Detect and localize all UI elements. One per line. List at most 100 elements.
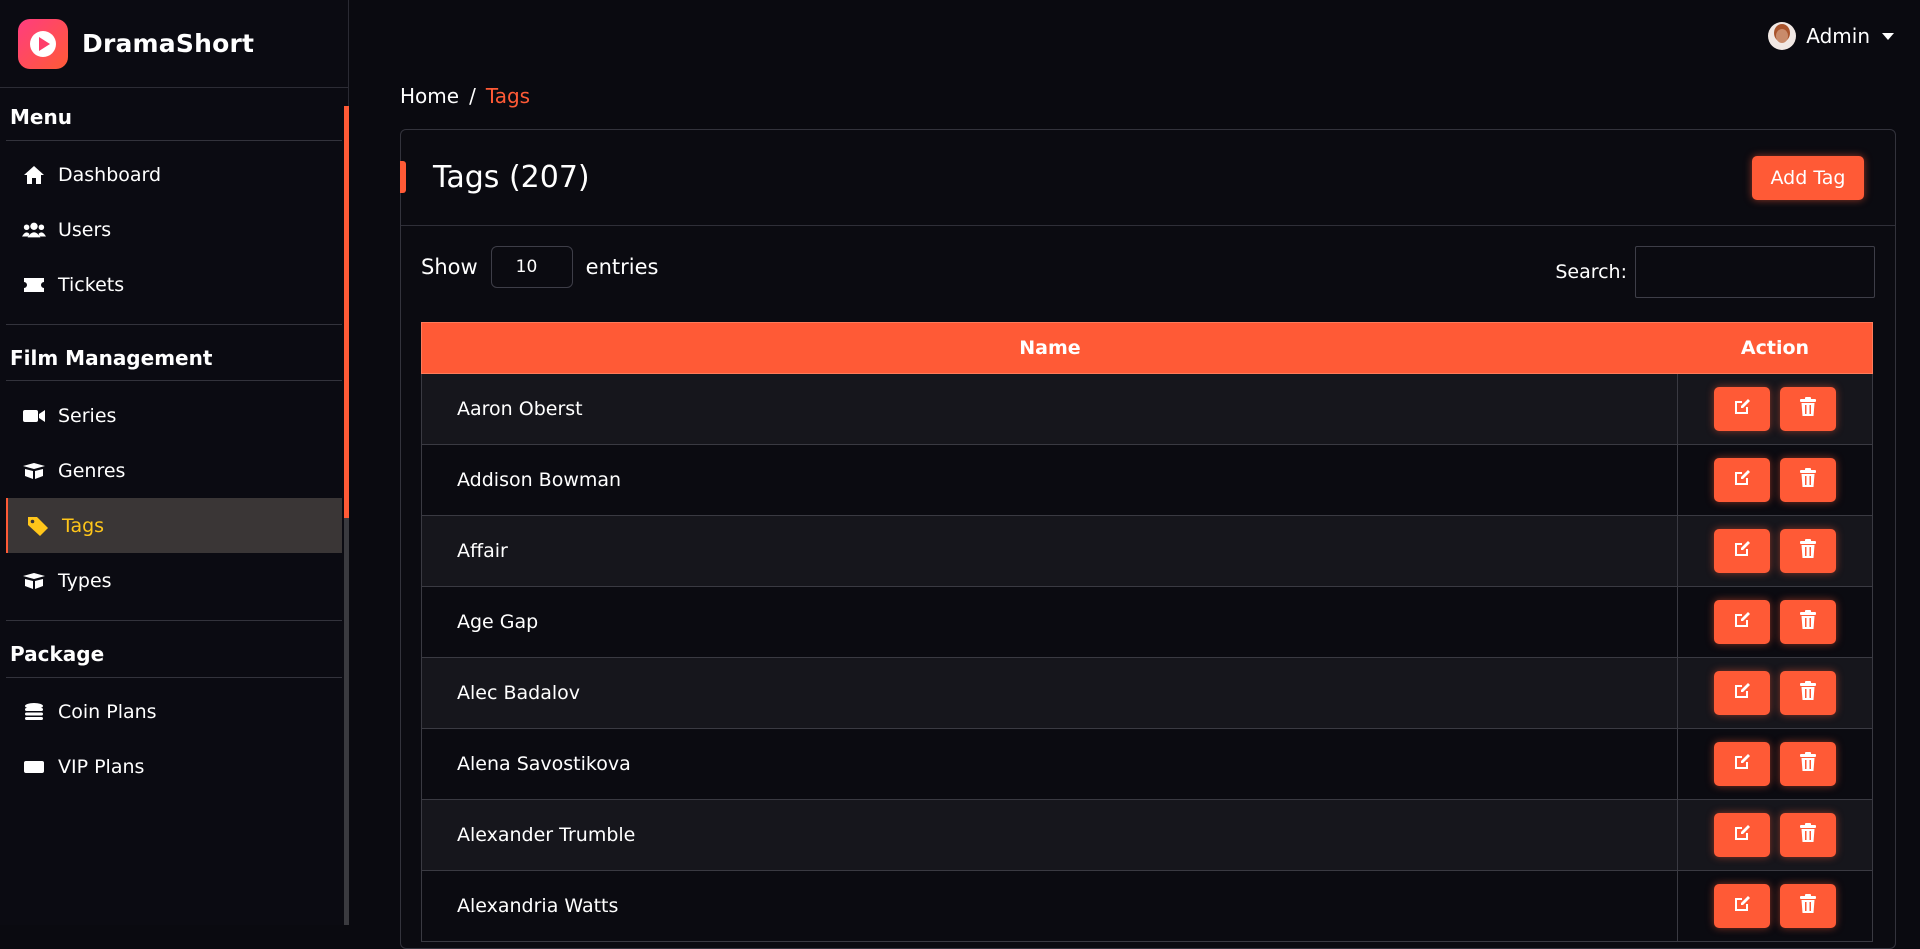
edit-icon [1732, 468, 1752, 492]
logo-icon [18, 18, 68, 69]
trash-icon [1799, 894, 1817, 918]
search-input[interactable] [1635, 246, 1875, 298]
table-row: Aaron Oberst [421, 374, 1873, 445]
ticket-icon [22, 277, 46, 293]
edit-button[interactable] [1714, 529, 1770, 573]
vip-icon [22, 758, 46, 776]
sidebar-item-dashboard[interactable]: Dashboard [0, 147, 342, 202]
breadcrumb: Home / Tags [400, 84, 530, 108]
video-icon [22, 408, 46, 424]
sidebar-item-vip-plans[interactable]: VIP Plans [0, 739, 342, 794]
table-row: Alexander Trumble [421, 800, 1873, 871]
accent-bar [400, 161, 406, 193]
tag-name-cell: Addison Bowman [422, 445, 1678, 515]
coins-icon [22, 702, 46, 722]
tag-name-cell: Alec Badalov [422, 658, 1678, 728]
tag-name-cell: Alexander Trumble [422, 800, 1678, 870]
trash-icon [1799, 397, 1817, 421]
sidebar-item-label: Types [58, 569, 112, 592]
edit-icon [1732, 610, 1752, 634]
sidebar-item-label: Users [58, 218, 112, 241]
tag-name-cell: Affair [422, 516, 1678, 586]
delete-button[interactable] [1780, 458, 1836, 502]
column-header-name[interactable]: Name [422, 323, 1678, 373]
edit-button[interactable] [1714, 813, 1770, 857]
trash-icon [1799, 539, 1817, 563]
sidebar-item-label: Coin Plans [58, 700, 157, 723]
user-menu[interactable]: Admin [1768, 22, 1894, 50]
search-label: Search: [1555, 261, 1627, 283]
sidebar-item-types[interactable]: Types [0, 553, 342, 608]
table-row: Alexandria Watts [421, 871, 1873, 942]
sidebar-item-users[interactable]: Users [0, 202, 342, 257]
edit-icon [1732, 894, 1752, 918]
sidebar-item-label: VIP Plans [58, 755, 145, 778]
edit-button[interactable] [1714, 742, 1770, 786]
sidebar-item-tags[interactable]: Tags [6, 498, 342, 553]
breadcrumb-current: Tags [485, 84, 531, 108]
user-name: Admin [1806, 24, 1870, 48]
edit-icon [1732, 397, 1752, 421]
sidebar-item-label: Genres [58, 459, 126, 482]
users-icon [22, 221, 46, 239]
tag-name-cell: Alexandria Watts [422, 871, 1678, 941]
sidebar-item-tickets[interactable]: Tickets [0, 257, 342, 312]
edit-button[interactable] [1714, 387, 1770, 431]
action-cell [1678, 516, 1872, 586]
delete-button[interactable] [1780, 742, 1836, 786]
delete-button[interactable] [1780, 529, 1836, 573]
entries-select[interactable]: 10 [490, 246, 573, 288]
column-header-action: Action [1740, 337, 1810, 359]
delete-button[interactable] [1780, 813, 1836, 857]
action-cell [1678, 658, 1872, 728]
delete-button[interactable] [1780, 671, 1836, 715]
box-icon [22, 572, 46, 590]
section-title-film-management: Film Management [10, 346, 213, 370]
edit-button[interactable] [1714, 884, 1770, 928]
add-tag-button[interactable]: Add Tag [1752, 156, 1864, 200]
sidebar-item-series[interactable]: Series [0, 388, 342, 443]
tags-table: Name Action Aaron Oberst Addison Bowman Af… [421, 322, 1873, 942]
edit-icon [1732, 681, 1752, 705]
main-content: Admin Home / Tags Tags (207) Add Tag Sho… [349, 0, 1920, 949]
delete-button[interactable] [1780, 884, 1836, 928]
sidebar-item-label: Dashboard [58, 163, 162, 186]
action-cell [1678, 871, 1872, 941]
entries-label: entries [585, 255, 659, 279]
sidebar-item-coin-plans[interactable]: Coin Plans [0, 684, 342, 739]
home-icon [22, 165, 46, 185]
table-row: Age Gap [421, 587, 1873, 658]
action-cell [1678, 587, 1872, 657]
delete-button[interactable] [1780, 387, 1836, 431]
edit-icon [1732, 539, 1752, 563]
breadcrumb-home[interactable]: Home [400, 84, 459, 108]
table-row: Addison Bowman [421, 445, 1873, 516]
trash-icon [1799, 681, 1817, 705]
sidebar-item-label: Tags [62, 514, 105, 537]
sidebar: DramaShort Menu Dashboard Users Tickets … [0, 0, 349, 925]
tags-card: Tags (207) Add Tag Show 10 entries Searc… [400, 129, 1896, 949]
table-search: Search: [1555, 246, 1875, 298]
edit-button[interactable] [1714, 671, 1770, 715]
action-cell [1678, 445, 1872, 515]
tag-name-cell: Aaron Oberst [422, 374, 1678, 444]
table-controls: Show 10 entries Search: [401, 226, 1895, 318]
brand-name: DramaShort [82, 29, 255, 58]
brand[interactable]: DramaShort [0, 0, 348, 88]
section-title-package: Package [10, 642, 105, 666]
delete-button[interactable] [1780, 600, 1836, 644]
sidebar-item-label: Tickets [58, 273, 125, 296]
table-row: Alena Savostikova [421, 729, 1873, 800]
entries-length: Show 10 entries [421, 246, 658, 288]
sidebar-item-genres[interactable]: Genres [0, 443, 342, 498]
edit-icon [1732, 823, 1752, 847]
action-cell [1678, 729, 1872, 799]
trash-icon [1799, 468, 1817, 492]
edit-button[interactable] [1714, 600, 1770, 644]
section-title-menu: Menu [10, 105, 72, 129]
edit-button[interactable] [1714, 458, 1770, 502]
table-row: Alec Badalov [421, 658, 1873, 729]
trash-icon [1799, 823, 1817, 847]
page-title: Tags (207) [433, 160, 590, 195]
trash-icon [1799, 752, 1817, 776]
